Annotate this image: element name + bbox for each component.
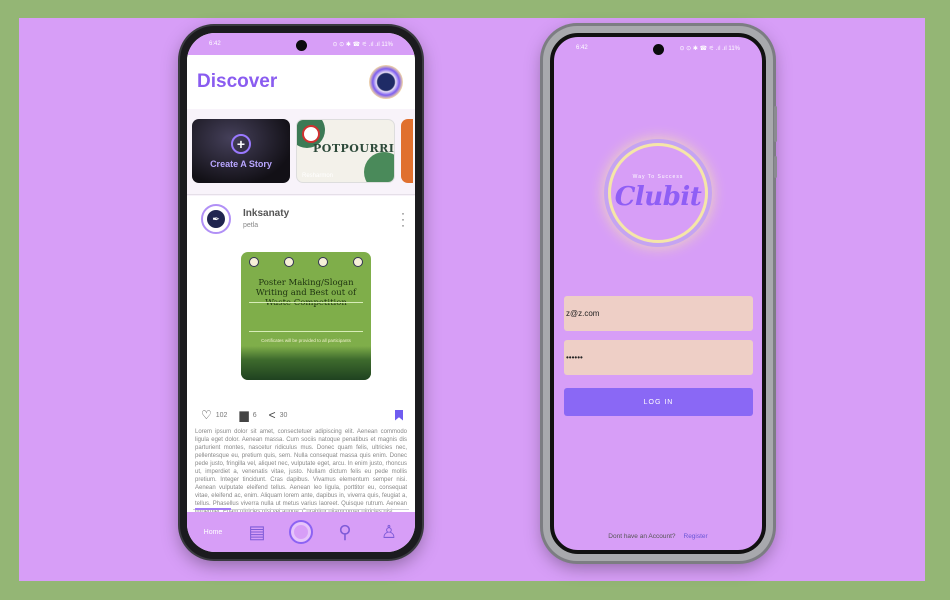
plus-icon: + xyxy=(231,133,251,154)
nav-search[interactable]: ⚲ xyxy=(327,517,363,547)
post-image[interactable]: Poster Making/Slogan Writing and Best ou… xyxy=(241,252,371,380)
volume-button xyxy=(774,106,777,142)
front-camera xyxy=(653,44,664,55)
like-button[interactable]: ♡ 102 xyxy=(201,408,227,422)
news-icon: ▤ xyxy=(248,521,266,542)
share-icon: < xyxy=(268,408,276,422)
profile-icon: ♙ xyxy=(380,521,398,542)
more-options-icon[interactable]: · · · xyxy=(401,207,405,231)
nav-club[interactable] xyxy=(283,517,319,547)
story-author: Resharmon xyxy=(302,173,334,179)
nav-home-label: Home xyxy=(203,528,223,536)
logo-icon xyxy=(352,257,363,267)
profile-avatar[interactable] xyxy=(369,65,403,99)
forest-illustration xyxy=(241,346,371,380)
login-screen: 6:42 ⊙ ⊙ ✱ ☎ ⚟ .ıl .ıl 11% Way To Succes… xyxy=(550,33,766,554)
logo-icon xyxy=(318,257,329,267)
leaf-decoration xyxy=(364,152,394,182)
post-author-avatar[interactable]: ✒ xyxy=(201,204,231,234)
status-icons: ⊙ ⊙ ✱ ☎ ⚟ .ıl .ıl 11% xyxy=(332,41,393,48)
share-button[interactable]: < 30 xyxy=(269,408,288,422)
bookmark-icon[interactable] xyxy=(395,409,403,421)
front-camera xyxy=(296,40,307,51)
bottom-nav: Home ▤ ⚲ ♙ xyxy=(187,508,415,552)
club-icon xyxy=(289,520,313,544)
discover-screen: 6:42 ⊙ ⊙ ✱ ☎ ⚟ .ıl .ıl 11% Discover + Cr… xyxy=(187,33,415,552)
poster-note: Certificates will be provided to all par… xyxy=(261,338,351,343)
pen-nib-icon: ✒ xyxy=(207,210,225,228)
nav-profile[interactable]: ♙ xyxy=(371,517,407,547)
create-story-button[interactable]: + Create A Story xyxy=(192,119,290,183)
stories-row: + Create A Story POTPOURRI Resharmon xyxy=(192,119,415,185)
email-field[interactable] xyxy=(564,296,753,331)
showcase-stage: 6:42 ⊙ ⊙ ✱ ☎ ⚟ .ıl .ıl 11% Discover + Cr… xyxy=(19,18,925,581)
post-author-name[interactable]: Inksanaty xyxy=(243,208,289,219)
login-button[interactable]: LOG IN xyxy=(564,388,753,416)
comment-icon: ▆ xyxy=(239,408,249,422)
register-link[interactable]: Register xyxy=(684,533,708,540)
share-count: 30 xyxy=(279,411,288,419)
story-card-partial[interactable] xyxy=(401,119,413,183)
app-logo: Way To Success Clubit xyxy=(608,143,708,243)
status-icons: ⊙ ⊙ ✱ ☎ ⚟ .ıl .ıl 11% xyxy=(679,45,740,52)
phone-right: 6:42 ⊙ ⊙ ✱ ☎ ⚟ .ıl .ıl 11% Way To Succes… xyxy=(543,26,777,561)
discover-header: Discover xyxy=(187,55,415,109)
poster-logos xyxy=(249,257,363,267)
story-card[interactable]: POTPOURRI Resharmon xyxy=(296,119,395,183)
power-button xyxy=(774,156,777,178)
comment-button[interactable]: ▆ 6 xyxy=(239,408,256,422)
create-story-label: Create A Story xyxy=(210,158,272,169)
status-time: 6:42 xyxy=(209,41,221,47)
phone-left: 6:42 ⊙ ⊙ ✱ ☎ ⚟ .ıl .ıl 11% Discover + Cr… xyxy=(180,26,422,559)
like-count: 102 xyxy=(215,411,228,419)
story-title: POTPOURRI xyxy=(313,142,395,155)
divider xyxy=(187,194,415,195)
logo-icon xyxy=(249,257,259,267)
post-subtitle: petla xyxy=(243,222,259,229)
nav-news[interactable]: ▤ xyxy=(239,517,275,547)
page-title: Discover xyxy=(197,71,278,92)
club-logo-icon xyxy=(302,125,320,143)
heart-icon: ♡ xyxy=(201,408,212,422)
signup-prompt: Dont have an Account? xyxy=(608,533,676,540)
feed-post: ✒ Inksanaty petla · · · Poster Making/Slog… xyxy=(187,196,415,515)
comment-count: 6 xyxy=(252,411,257,419)
signup-row: Dont have an Account? Register xyxy=(554,533,762,540)
nav-home[interactable]: Home xyxy=(195,508,231,547)
poster-details xyxy=(249,302,363,332)
password-field[interactable] xyxy=(564,340,753,375)
logo-icon xyxy=(283,257,294,267)
status-time: 6:42 xyxy=(576,45,588,51)
logo-name: Clubit xyxy=(614,182,702,212)
logo-tagline: Way To Success xyxy=(632,174,684,180)
search-icon: ⚲ xyxy=(338,521,352,542)
post-actions: ♡ 102 ▆ 6 < 30 xyxy=(201,408,403,422)
